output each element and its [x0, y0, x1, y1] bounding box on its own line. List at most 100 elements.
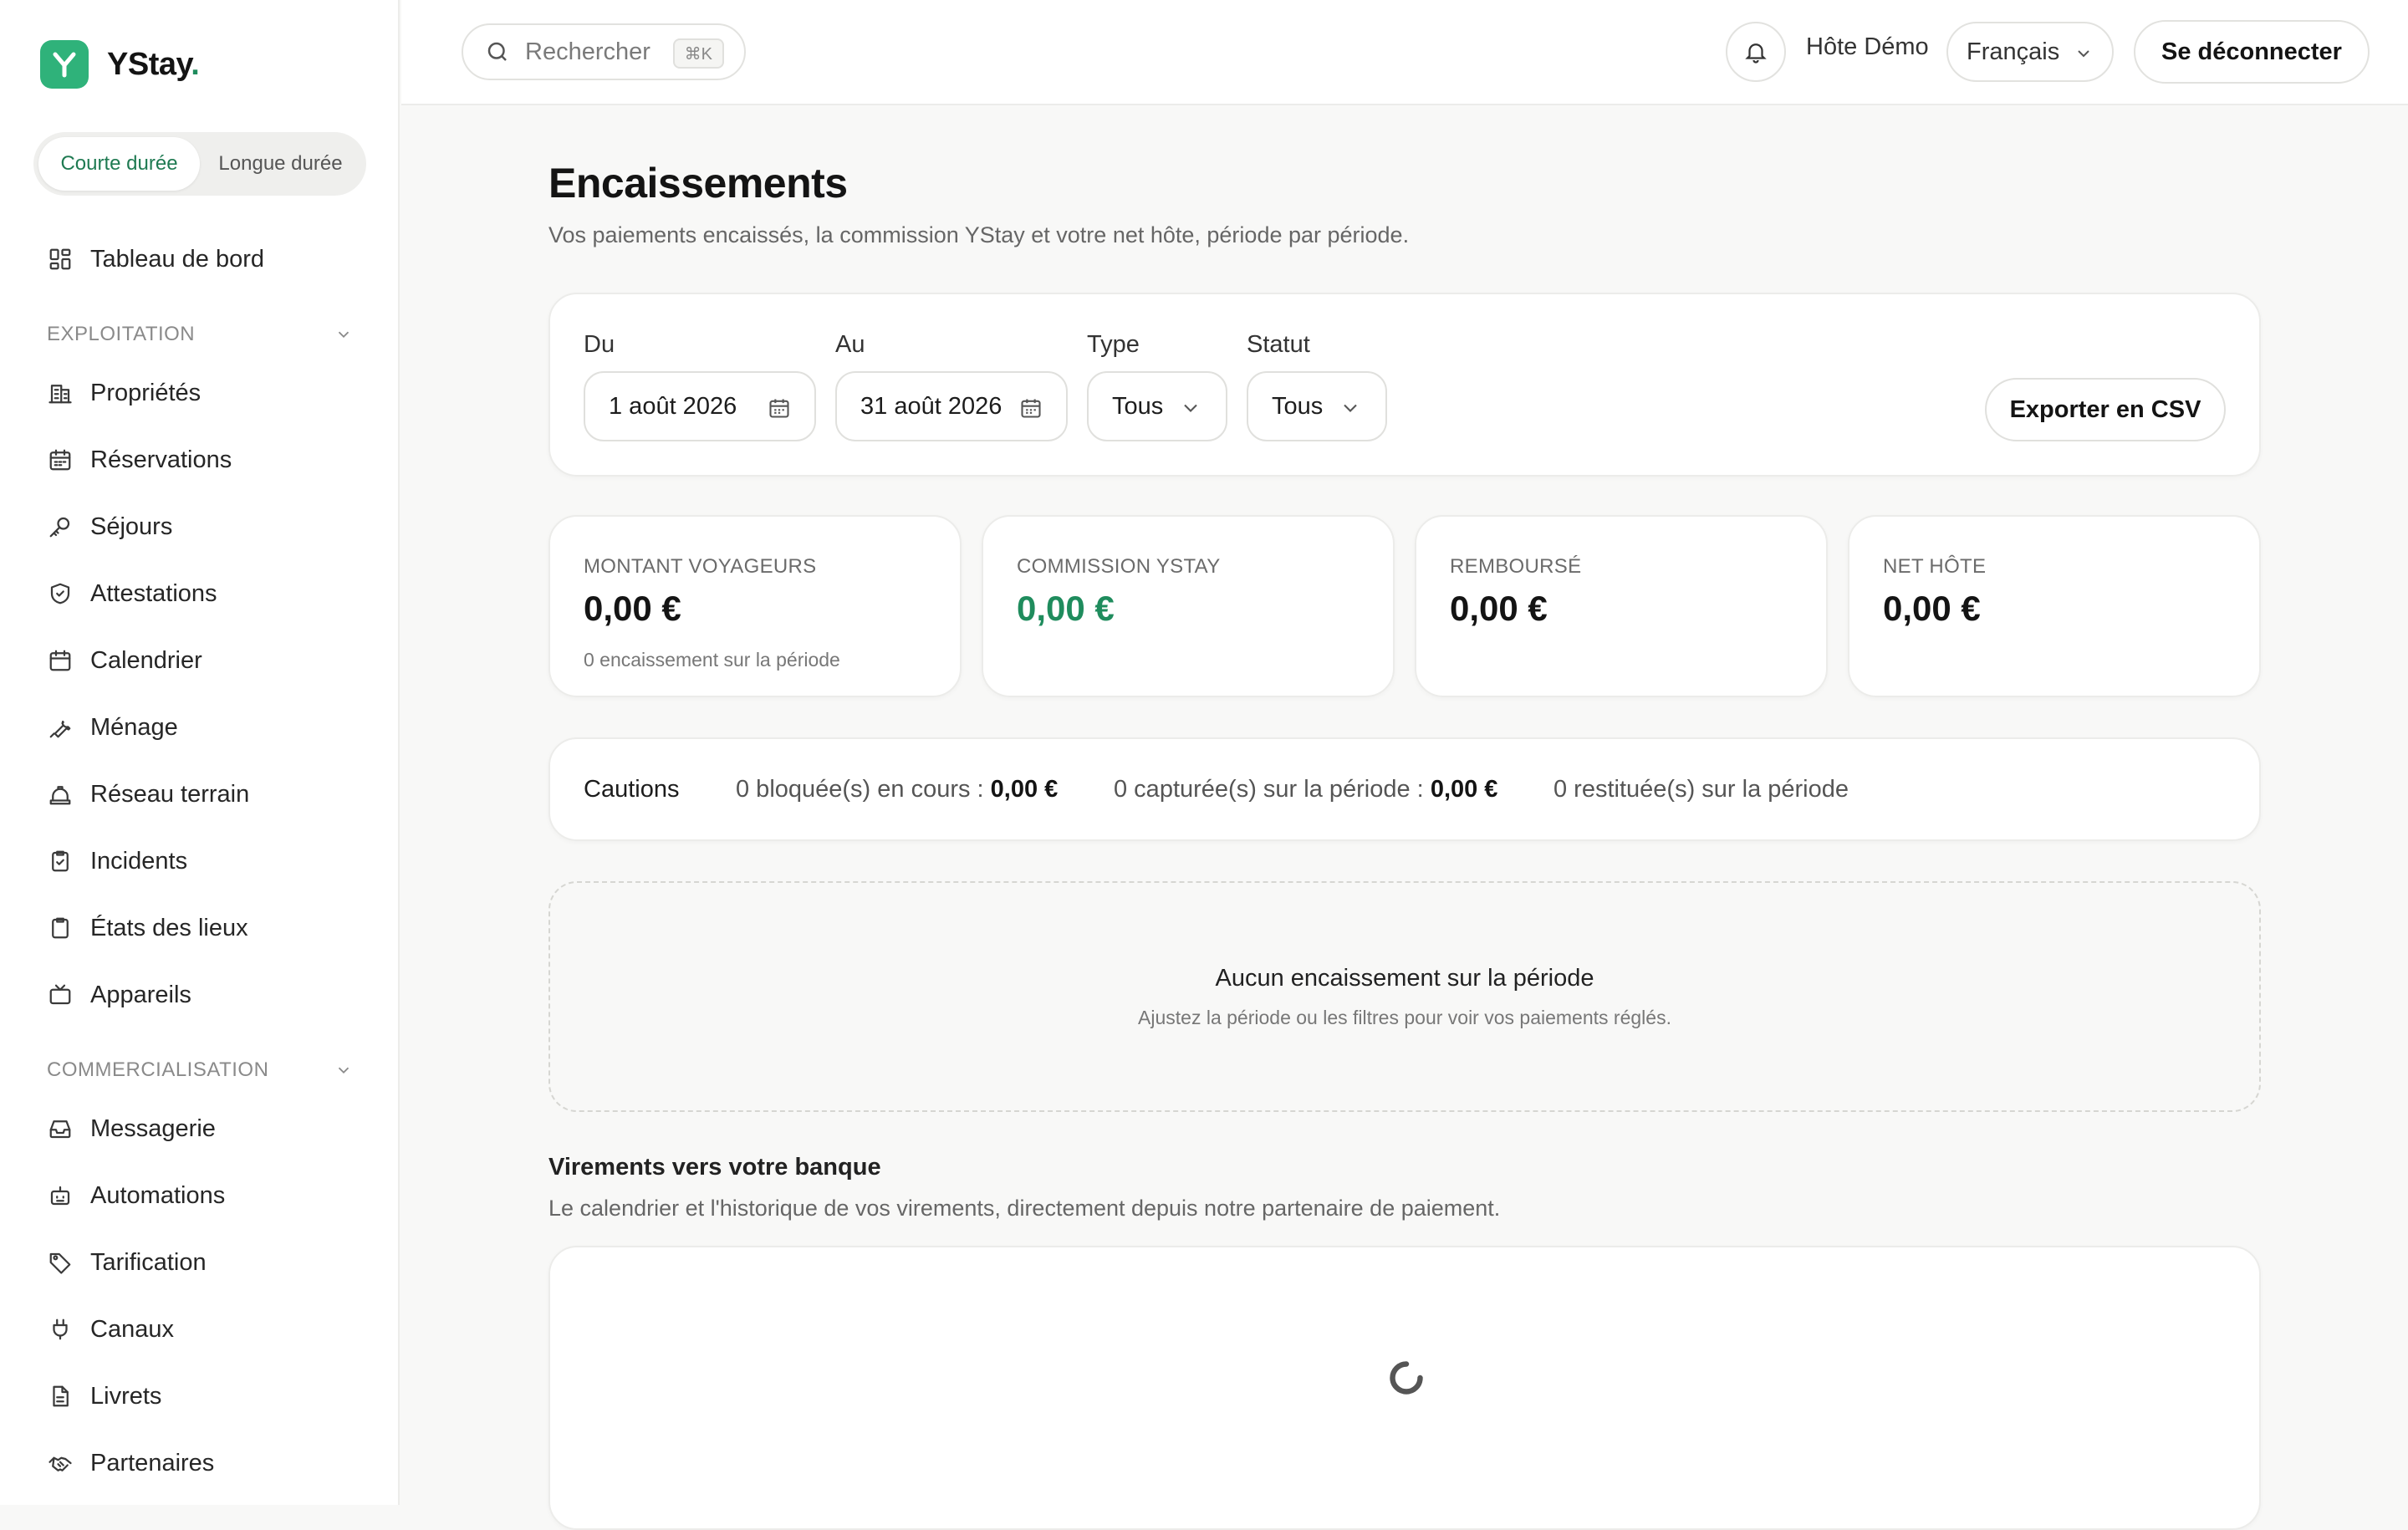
mode-short-term[interactable]: Courte durée — [38, 137, 200, 191]
search-shortcut: ⌘K — [672, 38, 724, 69]
empty-state-title: Aucun encaissement sur la période — [1215, 965, 1594, 992]
key-icon — [47, 513, 74, 540]
tag-icon — [47, 1249, 74, 1276]
from-date-value: 1 août 2026 — [609, 392, 737, 420]
y-logo-icon — [53, 52, 76, 78]
deposits-title: Cautions — [584, 776, 680, 803]
section-commercialisation[interactable]: COMMERCIALISATION — [47, 1053, 353, 1087]
sidebar-item-label: Automations — [90, 1181, 226, 1209]
notifications-button[interactable] — [1726, 22, 1786, 82]
stat-value: 0,00 € — [1883, 589, 1981, 628]
mode-long-term[interactable]: Longue durée — [200, 137, 361, 191]
chevron-down-icon — [1184, 404, 1197, 412]
chevron-down-icon — [338, 1067, 349, 1074]
to-date-value: 31 août 2026 — [860, 392, 1002, 420]
calendar-icon — [1021, 399, 1041, 418]
clipboard-check-icon — [47, 848, 74, 875]
sidebar-item-incidents[interactable]: Incidents — [47, 841, 187, 881]
sidebar-item-label: États des lieux — [90, 914, 248, 941]
sidebar-item-partners[interactable]: Partenaires — [47, 1443, 214, 1483]
deposits-captured: 0 capturée(s) sur la période : 0,00 € — [1114, 776, 1498, 803]
sidebar-item-label: Tarification — [90, 1248, 207, 1276]
sidebar-item-messaging[interactable]: Messagerie — [47, 1109, 216, 1149]
stat-label: NET HÔTE — [1883, 555, 1987, 578]
sidebar-item-stays[interactable]: Séjours — [47, 507, 172, 547]
logout-button[interactable]: Se déconnecter — [2134, 20, 2370, 84]
to-label: Au — [835, 331, 865, 358]
section-exploitation[interactable]: EXPLOITATION — [47, 318, 353, 351]
wrench-icon — [47, 714, 74, 741]
sidebar-item-devices[interactable]: Appareils — [47, 975, 191, 1015]
brand[interactable]: YStay. — [40, 40, 200, 89]
deposits-card: Cautions 0 bloquée(s) en cours : 0,00 € … — [548, 737, 2261, 841]
dashboard-icon — [47, 246, 74, 273]
sidebar-item-label: Réseau terrain — [90, 780, 250, 808]
sidebar-item-pricing[interactable]: Tarification — [47, 1242, 207, 1283]
to-date-input[interactable]: 31 août 2026 — [835, 371, 1068, 441]
tv-icon — [47, 982, 74, 1008]
transfers-title: Virements vers votre banque — [548, 1154, 881, 1181]
sidebar-item-label: Incidents — [90, 847, 188, 875]
sidebar-item-channels[interactable]: Canaux — [47, 1309, 174, 1349]
sidebar-item-label: Messagerie — [90, 1114, 216, 1142]
hard-hat-icon — [47, 781, 74, 808]
status-select[interactable]: Tous — [1247, 371, 1387, 441]
type-value: Tous — [1112, 392, 1164, 420]
stat-note: 0 encaissement sur la période — [584, 649, 840, 671]
sidebar-item-automations[interactable]: Automations — [47, 1176, 225, 1216]
search-input[interactable]: Rechercher ⌘K — [462, 23, 746, 80]
sidebar-item-label: Réservations — [90, 446, 232, 473]
empty-state-subtitle: Ajustez la période ou les filtres pour v… — [1138, 1007, 1671, 1028]
sidebar-item-cleaning[interactable]: Ménage — [47, 707, 178, 747]
clipboard-icon — [47, 915, 74, 941]
brand-logo — [40, 40, 89, 89]
stat-value: 0,00 € — [1450, 589, 1548, 628]
section-title: EXPLOITATION — [47, 323, 196, 345]
sidebar-item-label: Appareils — [90, 981, 191, 1008]
sidebar-item-label: Livrets — [90, 1382, 162, 1410]
sidebar-item-properties[interactable]: Propriétés — [47, 373, 201, 413]
type-select[interactable]: Tous — [1087, 371, 1227, 441]
sidebar-item-dashboard[interactable]: Tableau de bord — [47, 239, 264, 279]
stat-ystay-commission: COMMISSION YSTAY 0,00 € — [982, 515, 1395, 697]
sidebar-item-calendar[interactable]: Calendrier — [47, 640, 202, 681]
calendar-icon — [47, 647, 74, 674]
sidebar-item-label: Propriétés — [90, 379, 202, 406]
stat-value: 0,00 € — [1017, 589, 1115, 628]
file-text-icon — [47, 1383, 74, 1410]
loading-spinner-icon — [1388, 1359, 1425, 1396]
sidebar: YStay. Courte durée Longue durée Tableau… — [0, 0, 400, 1505]
sidebar-item-label: Tableau de bord — [90, 245, 264, 273]
empty-state: Aucun encaissement sur la période Ajuste… — [548, 881, 2261, 1112]
stat-label: MONTANT VOYAGEURS — [584, 555, 817, 578]
status-value: Tous — [1272, 392, 1324, 420]
inbox-icon — [47, 1115, 74, 1142]
stat-guest-amount: MONTANT VOYAGEURS 0,00 € 0 encaissement … — [548, 515, 962, 697]
from-label: Du — [584, 331, 615, 358]
sidebar-item-guidebooks[interactable]: Livrets — [47, 1376, 161, 1416]
sidebar-item-field-network[interactable]: Réseau terrain — [47, 774, 249, 814]
export-csv-button[interactable]: Exporter en CSV — [1985, 378, 2226, 441]
host-name[interactable]: Hôte Démo — [1806, 33, 1929, 61]
stat-value: 0,00 € — [584, 589, 681, 628]
from-date-input[interactable]: 1 août 2026 — [584, 371, 816, 441]
language-value: Français — [1967, 38, 2060, 65]
sidebar-item-label: Ménage — [90, 713, 178, 741]
sidebar-item-inspections[interactable]: États des lieux — [47, 908, 248, 948]
filters-card: Du 1 août 2026 Au 31 août 2026 Type Tous… — [548, 293, 2261, 477]
sidebar-item-attestations[interactable]: Attestations — [47, 574, 217, 614]
stat-label: COMMISSION YSTAY — [1017, 555, 1221, 578]
page-title: Encaissements — [548, 160, 848, 207]
sidebar-item-reservations[interactable]: Réservations — [47, 440, 232, 480]
bell-icon — [1745, 43, 1767, 64]
type-label: Type — [1087, 331, 1140, 358]
transfers-subtitle: Le calendrier et l'historique de vos vir… — [548, 1196, 1501, 1221]
rental-mode-switch: Courte durée Longue durée — [33, 132, 366, 196]
search-icon — [487, 42, 507, 61]
status-label: Statut — [1247, 331, 1310, 358]
handshake-icon — [47, 1450, 74, 1476]
bot-icon — [47, 1182, 74, 1209]
sidebar-item-label: Canaux — [90, 1315, 174, 1343]
search-placeholder: Rechercher — [525, 38, 650, 65]
language-select[interactable]: Français — [1946, 22, 2114, 82]
